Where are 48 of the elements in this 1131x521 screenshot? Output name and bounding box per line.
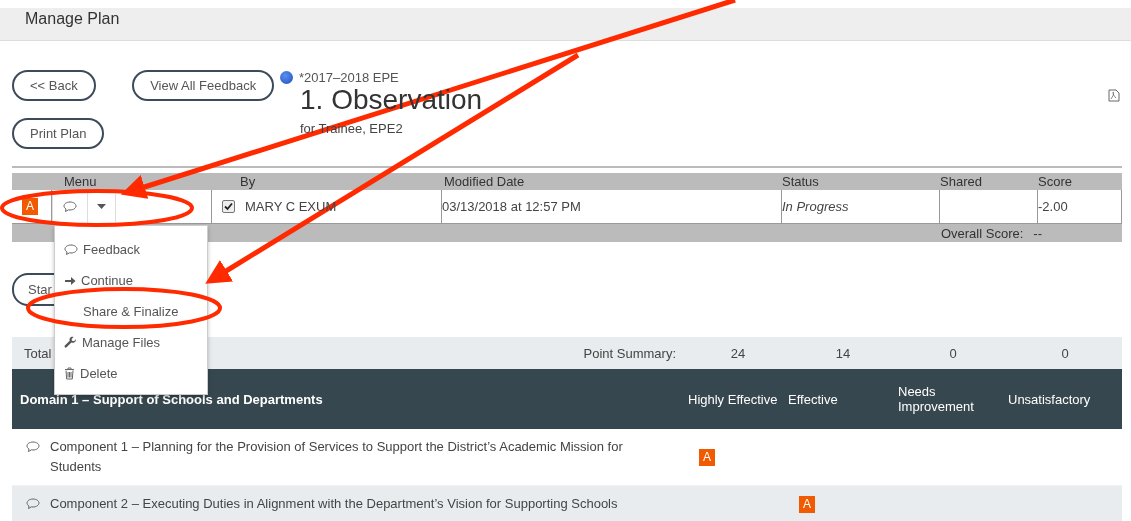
total-label: Total — [24, 345, 52, 361]
comment-icon — [64, 243, 78, 256]
checkbox[interactable] — [222, 200, 235, 213]
page-title: Manage Plan — [25, 10, 120, 28]
domain-title: Domain 1 – Support of Schools and Departments — [19, 391, 324, 407]
component-title: Component 2 – Executing Duties in Alignment with the Department’s Vision for Supporting Schools — [50, 495, 618, 513]
rating-badge: A — [799, 495, 815, 513]
trash-icon — [64, 367, 75, 380]
column-header: Score — [1038, 173, 1073, 190]
circle-icon — [280, 71, 293, 84]
status-text: In Progress — [782, 199, 849, 214]
pill-button[interactable]: << Back — [12, 70, 96, 101]
point-summary-label: Point Summary: — [583, 345, 676, 361]
component-title: Component 1 – Planning for the Provision of Services to Support the District’s Academic Mission for Students — [50, 438, 624, 476]
wrench-icon — [64, 336, 77, 349]
column-header: Shared — [940, 173, 983, 190]
menu-item[interactable]: Manage Files — [55, 327, 207, 358]
comment-icon — [63, 200, 77, 213]
plan-year: *2017–2018 EPE — [299, 70, 399, 85]
pdf-icon[interactable] — [1108, 89, 1120, 102]
pill-button[interactable]: View All Feedback — [132, 70, 275, 101]
rating-header: Effective — [788, 391, 839, 407]
rating-header: Highly Effective — [688, 391, 779, 407]
comment-icon — [26, 498, 40, 510]
column-header: Modified Date — [443, 173, 526, 190]
table-cell: 03/13/2018 at 12:57 PM — [442, 199, 581, 214]
rating-badge: A — [699, 448, 715, 466]
point-value: 0 — [1060, 345, 1070, 361]
pill-button[interactable]: Print Plan — [12, 118, 105, 149]
menu-item[interactable]: Delete — [55, 358, 207, 389]
overall-score-label: Overall Score: — [940, 225, 1024, 241]
column-header: Menu — [63, 173, 98, 190]
menu-item[interactable]: Share & Finalize — [55, 296, 207, 327]
column-header: By — [239, 173, 257, 190]
rating-header: Needs Improvement — [898, 384, 975, 414]
point-value: 24 — [729, 345, 747, 361]
point-value: 14 — [834, 345, 852, 361]
score-value: -2.00 — [1038, 199, 1068, 214]
status-badge: A — [22, 198, 38, 215]
rating-header: Unsatisfactory — [1008, 391, 1092, 407]
menu-item[interactable]: Feedback — [55, 234, 207, 265]
comment-icon — [26, 441, 40, 453]
overall-score-value: -- — [1033, 225, 1042, 241]
menu-item[interactable]: Continue — [55, 265, 207, 296]
point-value: 0 — [948, 345, 958, 361]
caret-icon — [97, 204, 106, 209]
arrow-icon — [64, 274, 76, 287]
column-header: Status — [782, 173, 820, 190]
